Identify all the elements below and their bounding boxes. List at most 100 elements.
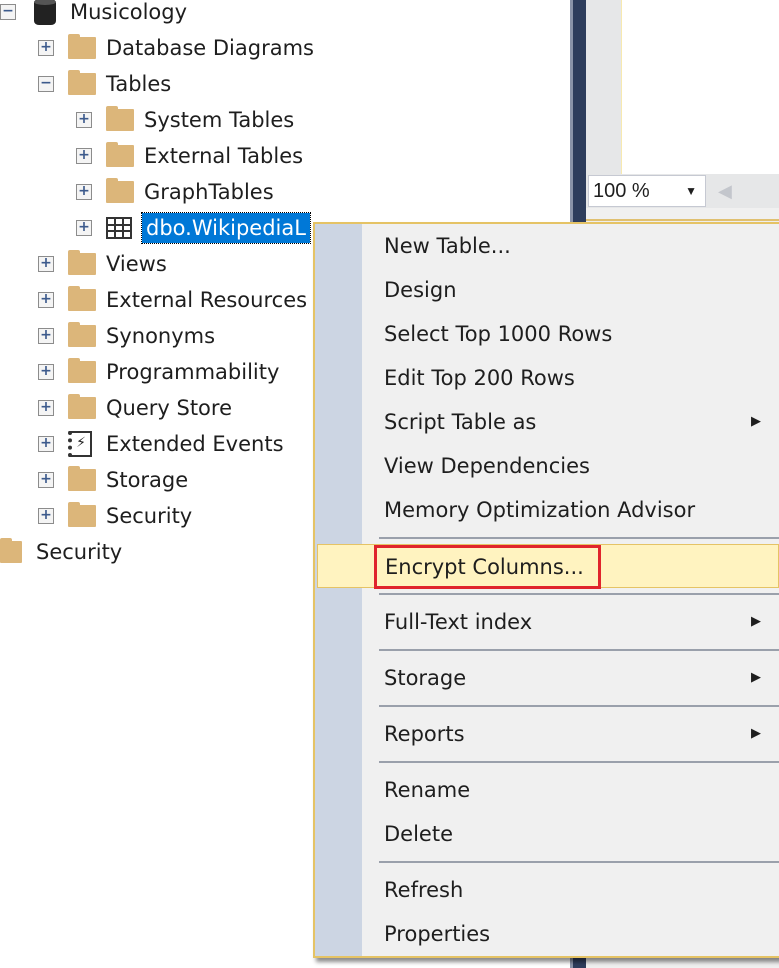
menu-item-view-dependencies[interactable]: View Dependencies: [315, 444, 779, 488]
collapse-icon[interactable]: −: [38, 76, 54, 92]
menu-item-encrypt-columns[interactable]: Encrypt Columns...: [317, 544, 779, 589]
scroll-left-icon[interactable]: ◀: [718, 181, 732, 202]
menu-item-properties[interactable]: Properties: [315, 912, 779, 956]
tree-node[interactable]: + Synonyms: [38, 318, 215, 354]
menu-item-label: New Table...: [384, 234, 511, 258]
menu-item-script-table-as[interactable]: Script Table as ▶: [315, 400, 779, 444]
menu-item-rename[interactable]: Rename: [315, 768, 779, 812]
expand-icon[interactable]: +: [38, 292, 54, 308]
menu-separator: [315, 700, 779, 712]
menu-item-label: Rename: [384, 778, 471, 802]
tree-node[interactable]: + ⚡ Extended Events: [38, 426, 284, 462]
menu-separator: [315, 588, 779, 600]
folder-icon: [68, 70, 96, 95]
editor-margin: [586, 0, 621, 174]
tree-node-label: Extended Events: [106, 432, 284, 456]
folder-icon: [68, 322, 96, 347]
chevron-down-icon: ▼: [685, 184, 697, 198]
tree-node-musicology[interactable]: − Musicology: [0, 0, 187, 30]
tree-node[interactable]: + External Resources: [38, 282, 307, 318]
tree-node-label: Tables: [106, 72, 172, 96]
menu-item-label: Reports: [384, 722, 465, 746]
tree-node-label: Security: [36, 540, 123, 564]
expand-icon[interactable]: +: [76, 112, 92, 128]
expand-icon[interactable]: +: [38, 40, 54, 56]
tree-node[interactable]: + GraphTables: [76, 174, 274, 210]
submenu-arrow-icon: ▶: [751, 670, 761, 685]
tree-node-label: Security: [106, 504, 193, 528]
menu-item-reports[interactable]: Reports ▶: [315, 712, 779, 756]
table-icon: [106, 217, 132, 239]
tree-node-label: System Tables: [144, 108, 295, 132]
menu-item-label: Storage: [384, 666, 467, 690]
query-editor[interactable]: [621, 0, 779, 174]
menu-item-edit-top-200-rows[interactable]: Edit Top 200 Rows: [315, 356, 779, 400]
tree-node[interactable]: + System Tables: [76, 102, 294, 138]
context-menu: New Table... Design Select Top 1000 Rows Ed…: [313, 222, 779, 958]
menu-separator: [315, 644, 779, 656]
folder-icon: [0, 538, 22, 563]
submenu-arrow-icon: ▶: [751, 414, 761, 429]
menu-item-memory-optimization-advisor[interactable]: Memory Optimization Advisor: [315, 488, 779, 532]
tree-node-label: External Resources: [106, 288, 308, 312]
collapse-icon[interactable]: −: [0, 4, 16, 20]
zoom-dropdown[interactable]: 100 % ▼: [588, 175, 706, 207]
folder-icon: [68, 286, 96, 311]
zoom-value: 100 %: [593, 180, 650, 202]
menu-item-label: Properties: [384, 922, 491, 946]
tree-node[interactable]: + Query Store: [38, 390, 232, 426]
folder-icon: [68, 466, 96, 491]
menu-item-full-text-index[interactable]: Full-Text index ▶: [315, 600, 779, 644]
tree-node[interactable]: + External Tables: [76, 138, 303, 174]
tree-node[interactable]: + Storage: [38, 462, 188, 498]
expand-icon[interactable]: +: [76, 148, 92, 164]
menu-item-label: Delete: [384, 822, 453, 846]
submenu-arrow-icon: ▶: [751, 726, 761, 741]
expand-icon[interactable]: +: [76, 184, 92, 200]
menu-item-label: Refresh: [384, 878, 464, 902]
menu-item-refresh[interactable]: Refresh: [315, 868, 779, 912]
folder-icon: [106, 142, 134, 167]
expand-icon[interactable]: +: [38, 508, 54, 524]
tree-node-server-security[interactable]: Security: [0, 534, 122, 570]
expand-icon[interactable]: +: [38, 472, 54, 488]
menu-item-design[interactable]: Design: [315, 268, 779, 312]
tree-node-label: GraphTables: [144, 180, 274, 204]
tree-node-label: Database Diagrams: [106, 36, 314, 60]
folder-icon: [68, 394, 96, 419]
menu-item-select-top-1000-rows[interactable]: Select Top 1000 Rows: [315, 312, 779, 356]
tree-node[interactable]: + Views: [38, 246, 167, 282]
menu-separator: [315, 856, 779, 868]
menu-item-label: Script Table as: [384, 410, 537, 434]
extended-events-icon: ⚡: [68, 431, 92, 457]
folder-icon: [106, 106, 134, 131]
tree-node-label: External Tables: [144, 144, 304, 168]
expand-icon[interactable]: +: [38, 400, 54, 416]
menu-item-label: Select Top 1000 Rows: [384, 322, 613, 346]
expand-icon[interactable]: +: [38, 436, 54, 452]
database-icon: [34, 0, 56, 25]
tree-node[interactable]: + Database Diagrams: [38, 30, 314, 66]
expand-icon[interactable]: +: [38, 256, 54, 272]
menu-item-label: Design: [384, 278, 457, 302]
tree-node-label: Musicology: [70, 0, 188, 24]
menu-item-storage[interactable]: Storage ▶: [315, 656, 779, 700]
expand-icon[interactable]: +: [76, 220, 92, 236]
menu-item-new-table[interactable]: New Table...: [315, 224, 779, 268]
tree-node[interactable]: − Tables: [38, 66, 171, 102]
expand-icon[interactable]: +: [38, 364, 54, 380]
expand-icon[interactable]: +: [38, 328, 54, 344]
tree-node-label: Storage: [106, 468, 189, 492]
tree-node[interactable]: + dbo.WikipediaL: [76, 210, 311, 246]
menu-item-delete[interactable]: Delete: [315, 812, 779, 856]
menu-item-label: Encrypt Columns...: [374, 545, 601, 589]
folder-icon: [68, 34, 96, 59]
submenu-arrow-icon: ▶: [751, 614, 761, 629]
tree-node[interactable]: + Security: [38, 498, 192, 534]
divider: [586, 219, 779, 221]
tree-node-label: Query Store: [106, 396, 232, 420]
menu-separator: [315, 756, 779, 768]
menu-item-label: Full-Text index: [384, 610, 533, 634]
tree-node[interactable]: + Programmability: [38, 354, 279, 390]
menu-separator: [315, 532, 779, 544]
